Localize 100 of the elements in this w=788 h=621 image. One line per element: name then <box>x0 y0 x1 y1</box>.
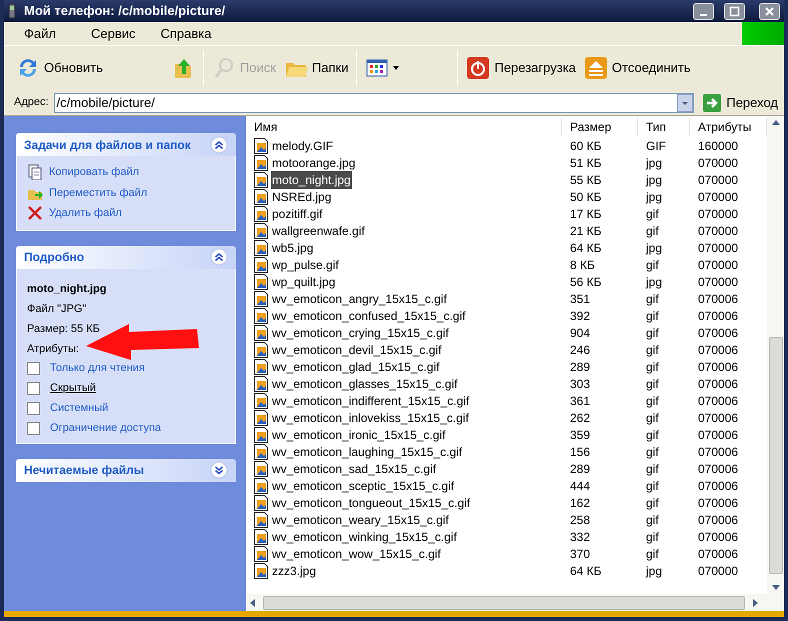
file-name[interactable]: wv_emoticon_confused_15x15_c.gif <box>271 306 466 324</box>
address-field[interactable]: /c/mobile/picture/ <box>54 92 694 112</box>
go-button[interactable]: Переход <box>703 92 778 112</box>
file-name[interactable]: wv_emoticon_wow_15x15_c.gif <box>271 544 442 562</box>
table-cell-text: gif <box>646 512 659 528</box>
task-link[interactable]: Удалить файл <box>27 205 225 222</box>
file-name[interactable]: moto_night.jpg <box>271 170 352 188</box>
table-cell-text: gif <box>646 290 659 308</box>
panel-header[interactable]: Задачи для файлов и папок <box>16 133 236 156</box>
table-cell-text: 56 КБ <box>570 274 602 290</box>
copy-icon <box>27 164 43 180</box>
file-name[interactable]: motoorange.jpg <box>271 154 356 172</box>
image-file-icon <box>254 342 268 358</box>
task-link[interactable]: Переместить файл <box>27 184 225 201</box>
scroll-thumb[interactable] <box>768 336 782 574</box>
file-name[interactable]: NSREd.jpg <box>271 188 332 206</box>
address-label: Адрес: <box>14 95 49 110</box>
image-file-icon <box>254 478 268 494</box>
table-cell-text: 351 <box>570 290 590 308</box>
close-button[interactable] <box>759 2 780 20</box>
toolbar-button[interactable]: Папки <box>280 50 352 86</box>
image-file-icon <box>254 308 268 324</box>
toolbar-button[interactable]: Отсоединить <box>580 50 695 86</box>
file-name[interactable]: wv_emoticon_devil_15x15_c.gif <box>271 340 442 358</box>
table-cell-text: 070006 <box>698 512 738 528</box>
file-name[interactable]: wv_emoticon_sad_15x15_c.gif <box>271 460 438 478</box>
checkbox-label[interactable]: Скрытый <box>50 380 96 397</box>
file-name[interactable]: wv_emoticon_angry_15x15_c.gif <box>271 290 448 308</box>
file-name[interactable]: wb5.jpg <box>271 238 314 256</box>
attributes-label: Атрибуты: <box>27 342 79 356</box>
panel-header[interactable]: Подробно <box>16 246 236 268</box>
file-name[interactable]: wp_quilt.jpg <box>271 272 336 290</box>
table-cell-text: 50 КБ <box>570 188 602 206</box>
file-name[interactable]: wv_emoticon_winking_15x15_c.gif <box>271 528 458 546</box>
image-file-icon <box>254 240 268 256</box>
file-name[interactable]: wv_emoticon_weary_15x15_c.gif <box>271 510 450 528</box>
toolbar-button[interactable]: Перезагрузка <box>462 50 580 86</box>
checkbox-label[interactable]: Ограничение доступа <box>50 420 162 437</box>
scroll-thumb[interactable] <box>263 596 745 610</box>
maximize-button[interactable] <box>724 2 745 20</box>
minimize-button[interactable] <box>693 2 714 20</box>
table-cell-text: jpg <box>646 172 662 188</box>
file-name: moto_night.jpg <box>27 282 108 296</box>
file-name[interactable]: melody.GIF <box>271 136 334 154</box>
file-name[interactable]: wv_emoticon_ironic_15x15_c.gif <box>271 426 446 444</box>
menu-item[interactable]: Сервис <box>80 24 150 44</box>
file-name[interactable]: zzz3.jpg <box>271 562 318 580</box>
table-cell-text: 070006 <box>698 358 738 376</box>
toolbar-button[interactable]: Обновить <box>12 50 107 86</box>
menu-item[interactable]: Файл <box>4 24 80 44</box>
file-type: Файл "JPG" <box>27 302 88 316</box>
checkbox[interactable] <box>27 402 40 415</box>
table-cell-text: gif <box>646 358 659 376</box>
checkbox[interactable] <box>27 382 40 395</box>
table-cell-text: gif <box>646 222 659 240</box>
column-header[interactable]: Размер <box>562 118 638 136</box>
table-cell-text: 070000 <box>698 256 738 274</box>
table-cell-text: 289 <box>570 460 590 478</box>
table-cell-text: 070006 <box>698 546 738 562</box>
table-cell-text: 070000 <box>698 154 738 172</box>
file-name[interactable]: wv_emoticon_indifferent_15x15_c.gif <box>271 392 470 410</box>
image-file-icon <box>254 290 268 306</box>
table-cell-text: 262 <box>570 410 590 426</box>
vertical-scrollbar[interactable] <box>767 116 784 594</box>
file-name[interactable]: wallgreenwafe.gif <box>271 222 366 240</box>
checkbox-label[interactable]: Только для чтения <box>50 360 145 377</box>
image-file-icon <box>254 376 268 392</box>
table-cell-text: gif <box>646 324 659 342</box>
table-cell-text: 070000 <box>698 222 738 240</box>
table-cell-text: 60 КБ <box>570 138 602 154</box>
file-name[interactable]: wv_emoticon_glasses_15x15_c.gif <box>271 374 458 392</box>
delete-icon <box>27 205 43 222</box>
checkbox-label[interactable]: Системный <box>50 400 108 417</box>
menu-item[interactable]: Справка <box>150 24 226 44</box>
panel-header[interactable]: Нечитаемые файлы <box>16 458 236 482</box>
expand-icon[interactable] <box>210 461 228 479</box>
checkbox[interactable] <box>27 422 40 435</box>
file-name[interactable]: wv_emoticon_laughing_15x15_c.gif <box>271 442 464 460</box>
collapse-icon[interactable] <box>210 248 228 266</box>
file-name[interactable]: wv_emoticon_inlovekiss_15x15_c.gif <box>271 408 470 426</box>
table-cell-text: gif <box>646 444 659 460</box>
file-name[interactable]: wp_pulse.gif <box>271 256 340 274</box>
file-name[interactable]: wv_emoticon_crying_15x15_c.gif <box>271 324 450 342</box>
horizontal-scrollbar[interactable] <box>246 594 784 611</box>
file-name[interactable]: wv_emoticon_sceptic_15x15_c.gif <box>271 476 456 494</box>
table-cell-text: 289 <box>570 358 590 376</box>
checkbox[interactable] <box>27 362 40 375</box>
table-cell-text: gif <box>646 376 659 392</box>
task-link[interactable]: Копировать файл <box>27 164 225 180</box>
file-name[interactable]: pozitiff.gif <box>271 204 324 222</box>
image-file-icon <box>254 274 268 290</box>
column-header[interactable]: Тип <box>638 118 690 136</box>
file-name[interactable]: wv_emoticon_tongueout_15x15_c.gif <box>271 494 472 512</box>
collapse-icon[interactable] <box>210 136 228 154</box>
column-header[interactable]: Имя <box>246 118 562 136</box>
table-cell-text: 070000 <box>698 274 738 290</box>
table-cell-text: gif <box>646 410 659 426</box>
table-cell-text: 070006 <box>698 376 738 392</box>
table-cell-text: gif <box>646 206 659 222</box>
file-name[interactable]: wv_emoticon_glad_15x15_c.gif <box>271 358 440 376</box>
